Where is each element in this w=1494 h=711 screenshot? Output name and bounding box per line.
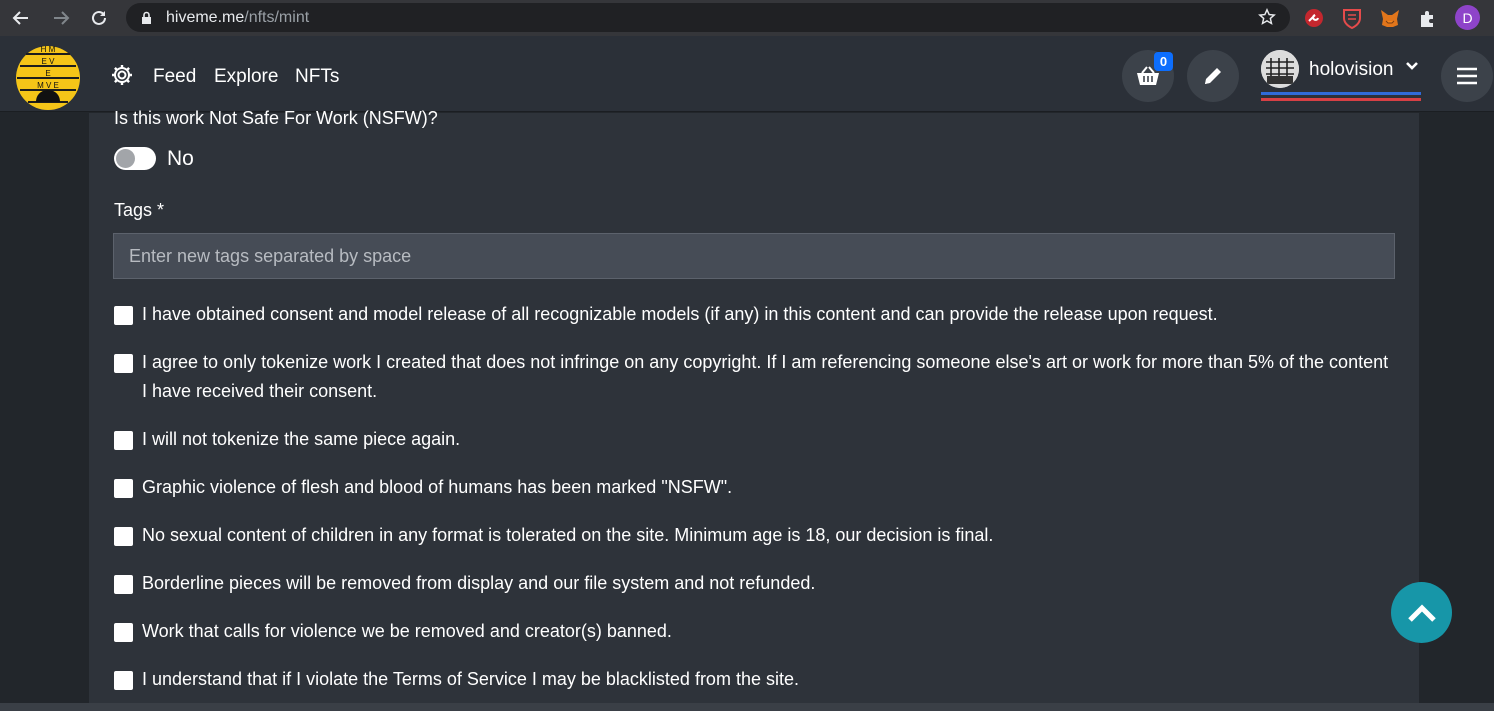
svg-text:E V: E V	[42, 57, 56, 66]
nsfw-toggle[interactable]	[114, 147, 156, 170]
extension-key-icon[interactable]	[1302, 6, 1326, 30]
user-underline-blue	[1261, 92, 1421, 95]
agreement-text-7: Work that calls for violence we be remov…	[142, 621, 672, 641]
svg-text:E: E	[45, 69, 50, 78]
agreement-checkbox-4[interactable]	[114, 479, 133, 498]
agreement-text-3: I will not tokenize the same piece again…	[142, 429, 461, 449]
settings-gear-icon[interactable]	[110, 63, 134, 87]
address-bar[interactable]: hiveme.me/nfts/mint	[126, 3, 1290, 32]
profile-avatar[interactable]: D	[1455, 5, 1480, 30]
agreement-checkbox-1[interactable]	[114, 306, 133, 325]
metamask-fox-icon[interactable]	[1378, 6, 1402, 30]
user-avatar	[1261, 50, 1299, 88]
hamburger-menu-button[interactable]	[1441, 50, 1493, 102]
agreement-checkbox-2[interactable]	[114, 354, 133, 373]
back-arrow-icon[interactable]	[9, 6, 33, 30]
agreement-checkbox-7[interactable]	[114, 623, 133, 642]
scroll-to-top-button[interactable]	[1391, 582, 1452, 643]
toggle-knob	[116, 149, 135, 168]
nsfw-toggle-label: No	[167, 147, 194, 170]
browser-toolbar: hiveme.me/nfts/mint D	[0, 0, 1494, 36]
agreement-checkbox-6[interactable]	[114, 575, 133, 594]
pencil-icon	[1205, 68, 1221, 84]
reload-icon[interactable]	[87, 6, 111, 30]
username: holovision	[1309, 59, 1394, 80]
agreement-text-6: Borderline pieces will be removed from d…	[142, 573, 816, 593]
user-menu[interactable]: holovision	[1261, 48, 1421, 102]
nav-explore[interactable]: Explore	[214, 66, 278, 88]
hamburger-icon	[1457, 67, 1477, 85]
hive-logo-icon[interactable]: H M E V E M V E	[14, 40, 82, 110]
svg-text:M V E: M V E	[37, 81, 59, 90]
agreement-text-1: I have obtained consent and model releas…	[142, 304, 1218, 324]
forward-arrow-icon[interactable]	[49, 6, 73, 30]
logo-letters: H M	[41, 45, 56, 54]
agreement-text-4: Graphic violence of flesh and blood of h…	[142, 477, 733, 497]
nsfw-question: Is this work Not Safe For Work (NSFW)?	[114, 108, 438, 128]
tags-input[interactable]	[113, 233, 1395, 279]
tags-label: Tags *	[114, 200, 165, 220]
nav-feed[interactable]: Feed	[153, 66, 196, 88]
agreement-text-5: No sexual content of children in any for…	[142, 525, 994, 545]
url-text: hiveme.me/nfts/mint	[166, 9, 310, 26]
cart-count-badge: 0	[1154, 52, 1173, 71]
nav-nfts[interactable]: NFTs	[295, 66, 339, 88]
agreement-checkbox-3[interactable]	[114, 431, 133, 450]
agreement-text-2: I agree to only tokenize work I created …	[142, 352, 1389, 401]
agreement-checkbox-8[interactable]	[114, 671, 133, 690]
lock-icon	[142, 11, 151, 24]
create-post-button[interactable]	[1187, 50, 1239, 102]
horizontal-scrollbar[interactable]	[0, 703, 1494, 711]
extension-shield-icon[interactable]	[1340, 6, 1364, 30]
user-underline-red	[1261, 98, 1421, 101]
agreement-text-8: I understand that if I violate the Terms…	[142, 669, 799, 689]
bookmark-star-icon[interactable]	[1258, 8, 1276, 31]
chevron-down-icon	[1406, 62, 1418, 70]
chevron-up-icon	[1407, 603, 1436, 622]
extensions-puzzle-icon[interactable]	[1416, 6, 1440, 30]
agreement-checkbox-5[interactable]	[114, 527, 133, 546]
